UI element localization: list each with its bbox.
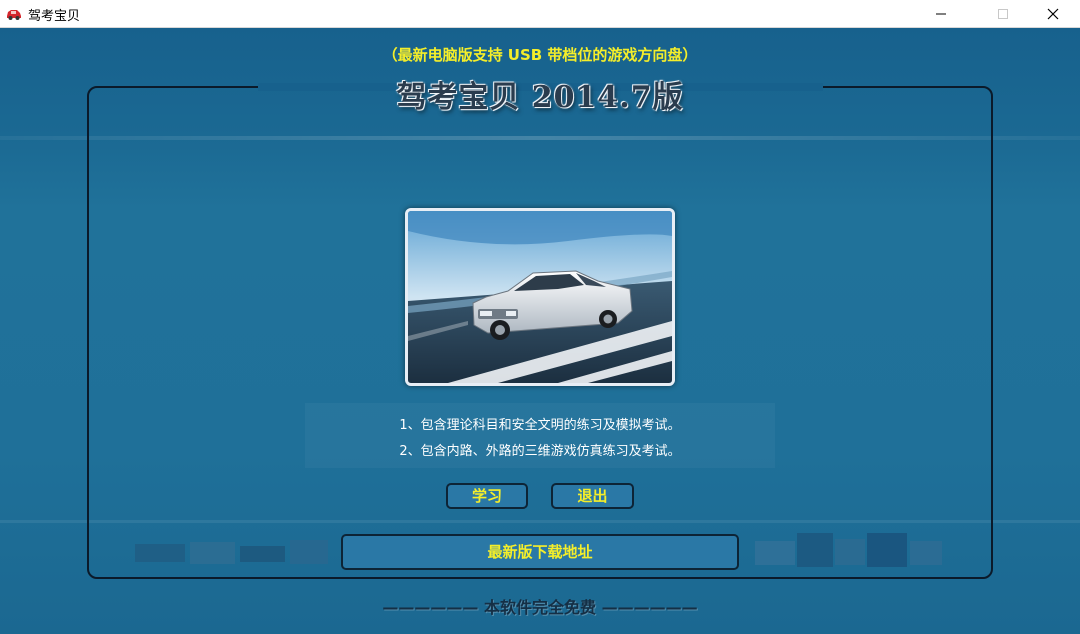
app-title: 驾考宝贝 2014.7版 [396, 80, 684, 115]
window-title: 驾考宝贝 [28, 9, 81, 24]
maximize-button[interactable] [980, 0, 1026, 28]
main-panel: （最新电脑版支持 USB 带档位的游戏方向盘） 驾考宝贝 2014.7版 1、包… [0, 28, 1080, 634]
blurred-region [135, 540, 330, 566]
close-button[interactable] [1030, 0, 1076, 28]
blurred-region [755, 533, 945, 569]
title-bar: 驾考宝贝 [0, 0, 1080, 28]
subtitle: （最新电脑版支持 USB 带档位的游戏方向盘） [382, 46, 698, 64]
car-photo [405, 208, 675, 386]
list-item: 1、包含理论科目和安全文明的练习及模拟考试。 [399, 418, 681, 433]
footer-text: —————— 本软件完全免费 —————— [382, 598, 698, 617]
feature-list: 1、包含理论科目和安全文明的练习及模拟考试。 2、包含内路、外路的三维游戏仿真练… [305, 403, 775, 468]
minimize-icon [936, 13, 946, 15]
exit-button[interactable]: 退出 [551, 483, 634, 509]
list-item: 2、包含内路、外路的三维游戏仿真练习及考试。 [399, 444, 681, 459]
study-button[interactable]: 学习 [446, 483, 528, 509]
maximize-icon [998, 9, 1008, 19]
close-icon [1047, 8, 1059, 20]
car-icon [7, 10, 21, 20]
download-button[interactable]: 最新版下载地址 [341, 534, 739, 570]
minimize-button[interactable] [918, 0, 964, 28]
